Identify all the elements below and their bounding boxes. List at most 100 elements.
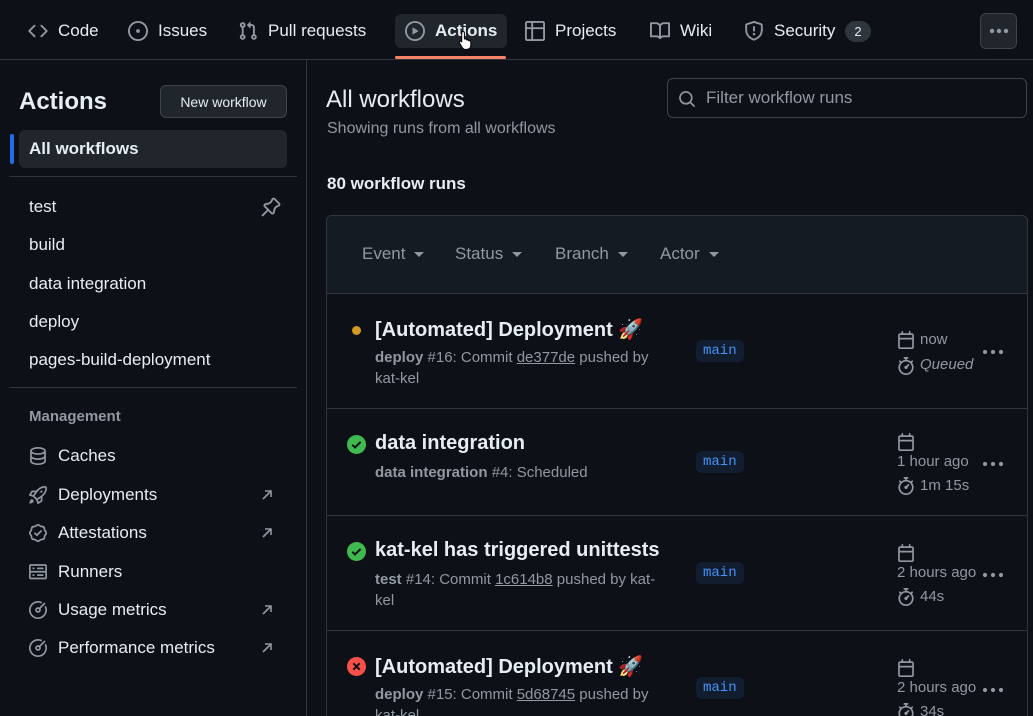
run-title-link[interactable]: kat-kel has triggered unittests	[375, 539, 660, 562]
more-options-button[interactable]	[980, 13, 1017, 49]
sidebar-item-workflow[interactable]: test	[29, 195, 56, 219]
stopwatch-icon	[898, 357, 914, 375]
workflow-run-row: [Automated] Deployment 🚀 deploy #15: Com…	[327, 631, 1027, 716]
link-external-icon	[262, 490, 272, 500]
queued-status-icon	[352, 326, 361, 335]
caret-down-icon	[617, 251, 628, 257]
meter-icon	[29, 601, 47, 619]
event-filter-dropdown[interactable]: Event	[362, 244, 425, 264]
sidebar-item-label: Usage metrics	[58, 600, 167, 619]
tab-code[interactable]: Code	[18, 14, 109, 48]
sidebar-item-label: Performance metrics	[58, 638, 215, 657]
run-duration: Queued	[920, 356, 974, 373]
tab-wiki[interactable]: Wiki	[640, 14, 722, 48]
tab-label: Pull requests	[268, 21, 367, 40]
filter-workflow-runs-input[interactable]: Filter workflow runs	[667, 78, 1027, 118]
commit-link[interactable]: de377de	[517, 349, 575, 366]
branch-label[interactable]: main	[696, 451, 744, 473]
run-duration: 34s	[920, 703, 945, 716]
actions-sidebar: Actions New workflow All workflows test …	[0, 60, 307, 716]
repo-nav: Code Issues Pull requests Actions Projec…	[0, 0, 1033, 60]
divider	[10, 176, 297, 177]
sidebar-item-workflow[interactable]: build	[29, 233, 65, 257]
status-filter-dropdown[interactable]: Status	[455, 244, 523, 264]
branch-label[interactable]: main	[696, 340, 744, 362]
sidebar-item-deployments[interactable]: Deployments	[29, 483, 157, 507]
link-external-icon	[262, 605, 272, 615]
run-title-link[interactable]: data integration	[375, 432, 525, 455]
sidebar-item-workflow[interactable]: data integration	[29, 272, 146, 296]
actor-filter-dropdown[interactable]: Actor	[660, 244, 719, 264]
pin-icon[interactable]	[261, 197, 281, 217]
branch-label[interactable]: main	[696, 562, 744, 584]
divider	[10, 387, 297, 388]
link-external-icon	[262, 528, 272, 538]
kebab-horizontal-icon[interactable]	[982, 461, 1004, 467]
runs-list-header: Event Status Branch Actor	[327, 216, 1027, 294]
issue-icon	[128, 21, 148, 41]
pointer-cursor-icon	[458, 30, 472, 50]
sidebar-item-usage-metrics[interactable]: Usage metrics	[29, 598, 167, 622]
check-circle-icon	[347, 435, 366, 454]
search-icon	[679, 91, 695, 107]
pull-request-icon	[239, 21, 257, 40]
commit-link[interactable]: 1c614b8	[495, 571, 553, 588]
sidebar-item-all-workflows[interactable]: All workflows	[19, 130, 287, 168]
run-time: 2 hours ago	[897, 679, 977, 696]
tab-label: Issues	[158, 21, 208, 40]
filter-placeholder: Filter workflow runs	[706, 88, 853, 107]
tab-label: Projects	[555, 21, 617, 40]
tab-projects[interactable]: Projects	[515, 14, 626, 48]
active-tab-underline	[395, 56, 506, 59]
tab-label: Security	[774, 21, 836, 40]
sidebar-item-label: Caches	[58, 446, 116, 465]
kebab-horizontal-icon[interactable]	[982, 572, 1004, 578]
run-time: 1 hour ago	[897, 453, 969, 470]
run-title-link[interactable]: [Automated] Deployment 🚀	[375, 317, 643, 342]
commit-link[interactable]: 5d68745	[517, 686, 575, 703]
management-heading: Management	[29, 408, 121, 425]
workflow-run-row: kat-kel has triggered unittests test #14…	[327, 516, 1027, 631]
server-icon	[29, 564, 47, 580]
branch-label[interactable]: main	[696, 677, 744, 699]
calendar-icon	[898, 433, 914, 451]
new-workflow-button[interactable]: New workflow	[160, 85, 287, 118]
kebab-horizontal-icon[interactable]	[982, 349, 1004, 355]
sidebar-item-runners[interactable]: Runners	[29, 560, 122, 584]
code-icon	[28, 24, 48, 38]
tab-issues[interactable]: Issues	[118, 14, 217, 48]
run-details: test #14: Commit 1c614b8 pushed by kat-k…	[375, 571, 656, 609]
sidebar-item-label: Attestations	[58, 523, 147, 542]
sidebar-item-attestations[interactable]: Attestations	[29, 521, 147, 545]
verified-icon	[29, 524, 47, 542]
run-title-link[interactable]: [Automated] Deployment 🚀	[375, 654, 643, 679]
sidebar-item-caches[interactable]: Caches	[29, 444, 116, 468]
tab-actions[interactable]: Actions	[395, 14, 508, 48]
stopwatch-icon	[898, 588, 914, 606]
sidebar-item-label: Runners	[58, 562, 123, 581]
run-details: deploy #16: Commit de377de pushed by kat…	[375, 349, 649, 387]
tab-pull-requests[interactable]: Pull requests	[228, 14, 376, 48]
sidebar-item-workflow[interactable]: pages-build-deployment	[29, 348, 210, 372]
database-icon	[30, 447, 46, 465]
run-duration: 44s	[920, 588, 945, 605]
workflow-runs-count: 80 workflow runs	[327, 174, 466, 193]
sidebar-item-workflow[interactable]: deploy	[29, 310, 79, 334]
tab-security[interactable]: Security 2	[734, 14, 881, 48]
tab-label: Wiki	[680, 21, 713, 40]
kebab-horizontal-icon[interactable]	[982, 687, 1004, 693]
security-count-badge: 2	[845, 20, 871, 42]
stopwatch-icon	[898, 477, 914, 495]
tab-label: Code	[58, 21, 99, 40]
run-time: now	[920, 331, 948, 348]
rocket-icon	[29, 486, 47, 504]
kebab-horizontal-icon	[989, 28, 1008, 34]
sidebar-item-performance-metrics[interactable]: Performance metrics	[29, 636, 215, 660]
run-duration: 1m 15s	[920, 477, 970, 494]
play-icon	[405, 21, 425, 41]
workflow-run-row: data integration data integration #4: Sc…	[327, 409, 1027, 516]
run-time: 2 hours ago	[897, 564, 977, 581]
run-details: deploy #15: Commit 5d68745 pushed by kat…	[375, 686, 649, 716]
calendar-icon	[898, 544, 914, 562]
branch-filter-dropdown[interactable]: Branch	[555, 244, 628, 264]
